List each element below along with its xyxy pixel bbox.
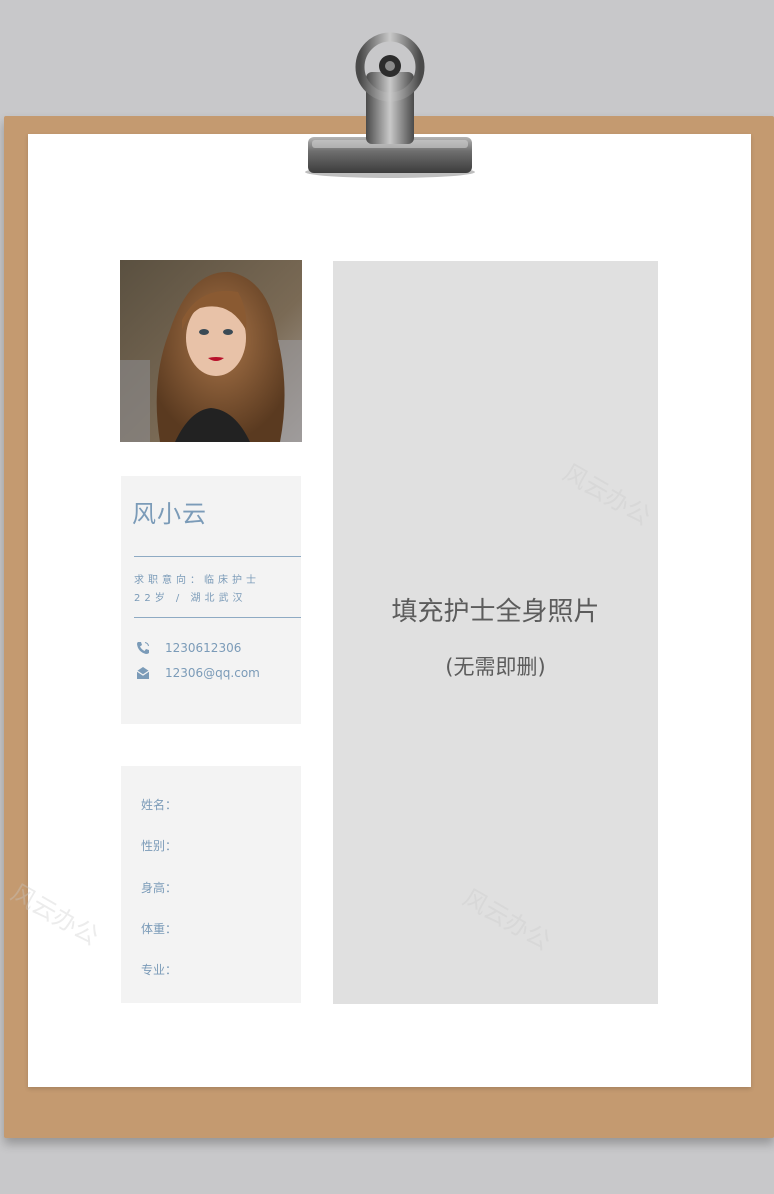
email-row: 12306@qq.com	[135, 665, 260, 681]
job-objective: 求职意向：临床护士	[134, 575, 260, 586]
phone-row: 1230612306	[135, 640, 241, 656]
field-height-label: 身高：	[141, 881, 178, 895]
field-gender-label: 性别：	[141, 839, 178, 853]
candidate-name: 风小云	[132, 500, 207, 528]
divider-top	[134, 556, 301, 557]
mail-icon	[136, 667, 150, 679]
age-location: 22岁 / 湖北武汉	[134, 593, 247, 604]
field-major-label: 专业：	[141, 963, 178, 977]
field-weight-label: 体重：	[141, 922, 178, 936]
avatar-photo	[120, 260, 302, 442]
phone-icon	[137, 642, 149, 654]
profile-card: 风小云 求职意向：临床护士 22岁 / 湖北武汉 1230612306 1230…	[121, 476, 301, 724]
field-name-label: 姓名：	[141, 798, 178, 812]
divider-bottom	[134, 617, 301, 618]
email-address: 12306@qq.com	[165, 666, 260, 680]
phone-number: 1230612306	[165, 641, 242, 655]
placeholder-title: 填充护士全身照片	[391, 597, 600, 627]
binder-clip-icon	[305, 32, 475, 178]
fields-card: 姓名： 性别： 身高： 体重： 专业：	[121, 766, 301, 1003]
placeholder-subtitle: (无需即删)	[445, 655, 546, 679]
